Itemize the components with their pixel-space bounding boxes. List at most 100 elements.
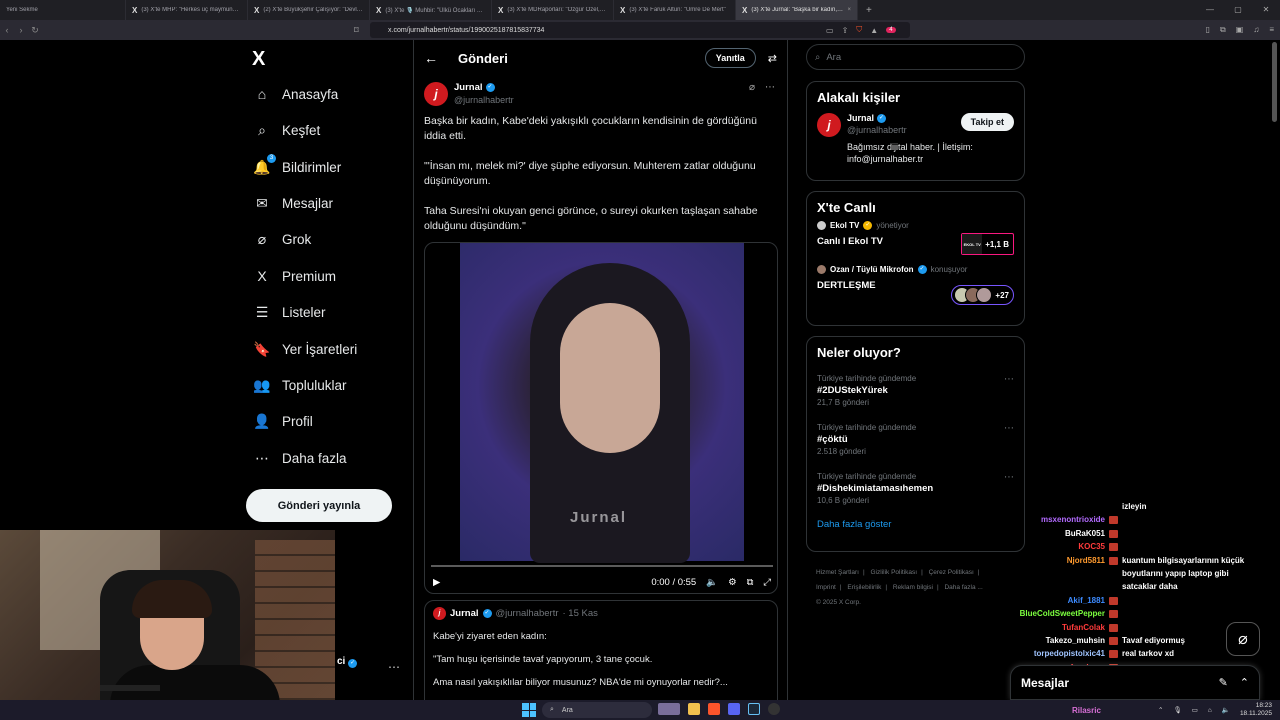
trend-item[interactable]: Türkiye tarihinde gündemde #Dishekimiata… — [807, 466, 1024, 511]
share-icon[interactable]: ⇪ — [842, 26, 849, 35]
cast-icon[interactable]: ▭ — [826, 26, 834, 35]
page-scrollbar[interactable] — [1272, 42, 1277, 122]
new-tab-icon[interactable]: + — [858, 5, 872, 16]
close-window-icon[interactable]: ✕ — [1252, 0, 1280, 20]
live-item[interactable]: Ozan / Tüylü Mikrofon ✓ konuşuyor DERTLEŞM… — [807, 259, 1024, 305]
volume-icon[interactable]: 🔈 — [706, 577, 718, 588]
sidebar-item-home[interactable]: ⌂ Anasayfa — [254, 86, 339, 102]
extensions-icon[interactable]: ⧉ — [1220, 25, 1226, 35]
show-more-link[interactable]: Daha fazla göster — [807, 511, 1024, 542]
taskbar-search[interactable]: ⌕ Ara — [542, 702, 652, 718]
search-input[interactable] — [826, 51, 997, 63]
maximize-icon[interactable]: ▢ — [1224, 0, 1252, 20]
sidebar-item-bell[interactable]: 🔔 3 Bildirimler — [253, 154, 341, 175]
sidebar-item-list[interactable]: ☰ Listeler — [254, 304, 326, 320]
browser-tab[interactable]: X (3) X'te Faruk Altun: "Umre De Mert" — [614, 0, 736, 20]
forward-nav-icon[interactable]: › — [14, 25, 28, 35]
verified-icon: ✓ — [485, 83, 495, 92]
settings-sliders-icon[interactable]: ⇄ — [768, 52, 777, 65]
footer-link[interactable]: Imprint — [816, 584, 836, 591]
rewards-icon[interactable]: ▲ — [870, 26, 878, 35]
back-nav-icon[interactable]: ‹ — [0, 25, 14, 35]
discord-icon[interactable] — [728, 703, 740, 715]
search-box[interactable]: ⌕ — [806, 44, 1025, 70]
author-name[interactable]: Jurnal — [454, 82, 483, 93]
fullscreen-icon[interactable]: ⤢ — [763, 577, 771, 588]
sidebar-item-mail[interactable]: ✉ Mesajlar — [254, 195, 333, 211]
menu-icon[interactable]: ≡ — [1269, 25, 1274, 35]
post-button[interactable]: Gönderi yayınla — [246, 489, 392, 522]
trend-more-icon[interactable]: ⋯ — [1004, 423, 1014, 434]
account-more-icon[interactable]: ⋯ — [388, 660, 400, 674]
avatar[interactable]: j — [424, 82, 448, 106]
clock[interactable]: 18:23 18.11.2025 — [1240, 702, 1272, 718]
quoted-post[interactable]: j Jurnal ✓ @jurnalhabertr · 15 Kas Kabe'… — [424, 600, 778, 700]
footer-link[interactable]: Daha fazla ... — [944, 584, 982, 591]
sidebar-item-x-premium[interactable]: X Premium — [254, 268, 336, 284]
messages-drawer[interactable]: Mesajlar ✎ ⌃ — [1010, 665, 1260, 700]
minimize-icon[interactable]: — — [1196, 0, 1224, 20]
footer-link[interactable]: Erişilebilirlik — [847, 584, 881, 591]
video-player[interactable]: Jurnal ▶ 0:00 / 0:55 🔈 ⚙ ⧉ ⤢ — [424, 242, 778, 594]
trend-more-icon[interactable]: ⋯ — [1004, 472, 1014, 483]
back-arrow-icon[interactable]: ← — [424, 50, 458, 66]
browser-tab-active[interactable]: X (3) X'te Jurnal: "Başka bir kadın, K" × — [736, 0, 858, 20]
browser-tab[interactable]: X(3) X'te MHP: "Herkes üç maymunu oynark… — [126, 0, 248, 20]
monitor-icon[interactable]: ▭ — [1192, 706, 1198, 714]
tray-chevron-icon[interactable]: ⌃ — [1158, 706, 1163, 714]
footer-link[interactable]: Çerez Politikası — [929, 569, 974, 576]
video-settings-icon[interactable]: ⚙ — [728, 577, 737, 588]
trend-item[interactable]: Türkiye tarihinde gündemde #çöktü 2.518 … — [807, 417, 1024, 462]
sidebar-toggle-icon[interactable]: ▯ — [1206, 25, 1210, 35]
obs-icon[interactable] — [768, 703, 780, 715]
footer-link[interactable]: Reklam bilgisi — [893, 584, 933, 591]
browser-tab[interactable]: X (3) X'te MDRaporları: "Özgür Özel, Ba" — [492, 0, 614, 20]
author-handle[interactable]: @jurnalhabertr — [454, 95, 514, 105]
footer-link[interactable]: Gizlilik Politikası — [871, 569, 918, 576]
trend-item[interactable]: Türkiye tarihinde gündemde #2DUStekYürek… — [807, 368, 1024, 413]
related-user-name[interactable]: Jurnal — [847, 113, 874, 123]
mic-icon[interactable]: 🎙 — [1173, 706, 1181, 714]
grok-explain-icon[interactable]: ⌀ — [749, 82, 755, 93]
account-name-tail[interactable]: ci ✓ — [337, 656, 358, 668]
music-icon[interactable]: ♫ — [1253, 25, 1259, 35]
network-icon[interactable]: ⌂ — [1208, 707, 1212, 714]
trend-more-icon[interactable]: ⋯ — [1004, 374, 1014, 385]
brave-shield-icon[interactable]: ⛉ — [856, 25, 862, 35]
x-logo[interactable]: X — [252, 48, 265, 71]
bookmark-page-icon[interactable]: ⌑ — [354, 25, 359, 36]
browser-tab[interactable]: X (3) X'te 🎙️ Muhbir: "Ülkü Ocakları Ge" — [370, 0, 492, 20]
expand-chevron-icon[interactable]: ⌃ — [1240, 676, 1249, 689]
sidebar-item-search[interactable]: ⌕ Keşfet — [254, 122, 320, 138]
sidebar-item-grok[interactable]: ⌀ Grok — [254, 231, 311, 247]
browser-tab[interactable]: X (2) X'te Büyükşehir Çalışıyor: "Devlet" — [248, 0, 370, 20]
post-author[interactable]: j Jurnal ✓ @jurnalhabertr — [424, 82, 514, 106]
grok-floating-button[interactable]: ⌀ — [1226, 622, 1260, 656]
reload-icon[interactable]: ↻ — [28, 25, 42, 36]
new-message-icon[interactable]: ✎ — [1219, 676, 1228, 689]
steam-icon[interactable] — [748, 703, 760, 715]
browser-tab[interactable]: Yeni Sekme — [0, 0, 126, 20]
sidebar-item-more[interactable]: ⋯ Daha fazla — [254, 450, 347, 466]
video-progress-bar[interactable] — [431, 565, 773, 567]
footer-link[interactable]: Hizmet Şartları — [816, 569, 859, 576]
wallet-icon[interactable]: ▣ — [1236, 25, 1244, 35]
sidebar-item-bookmark[interactable]: 🔖 Yer İşaretleri — [253, 341, 357, 357]
follow-button[interactable]: Takip et — [960, 113, 1014, 131]
pip-icon[interactable]: ⧉ — [747, 577, 754, 588]
widgets-app-icon[interactable] — [658, 703, 680, 715]
volume-icon[interactable]: 🔈 — [1222, 706, 1230, 714]
sidebar-item-profile[interactable]: 👤 Profil — [253, 413, 312, 429]
windows-start-icon[interactable] — [522, 703, 536, 717]
more-options-icon[interactable]: ⋯ — [765, 82, 775, 93]
brave-browser-icon[interactable] — [708, 703, 720, 715]
related-user[interactable]: j Jurnal ✓ @jurnalhabertr Bağımsız dijita… — [807, 105, 1024, 173]
file-explorer-icon[interactable] — [688, 703, 700, 715]
video-frame[interactable]: Jurnal — [460, 243, 744, 563]
reply-button[interactable]: Yanıtla — [704, 48, 756, 68]
live-item[interactable]: Ekol TV ✓ yönetiyor Canlı I Ekol TV EKOL T… — [807, 215, 1024, 255]
close-tab-icon[interactable]: × — [847, 7, 851, 13]
play-icon[interactable]: ▶ — [433, 577, 440, 588]
sidebar-item-communities[interactable]: 👥 Topluluklar — [253, 377, 346, 393]
avatar[interactable]: j — [817, 113, 841, 137]
